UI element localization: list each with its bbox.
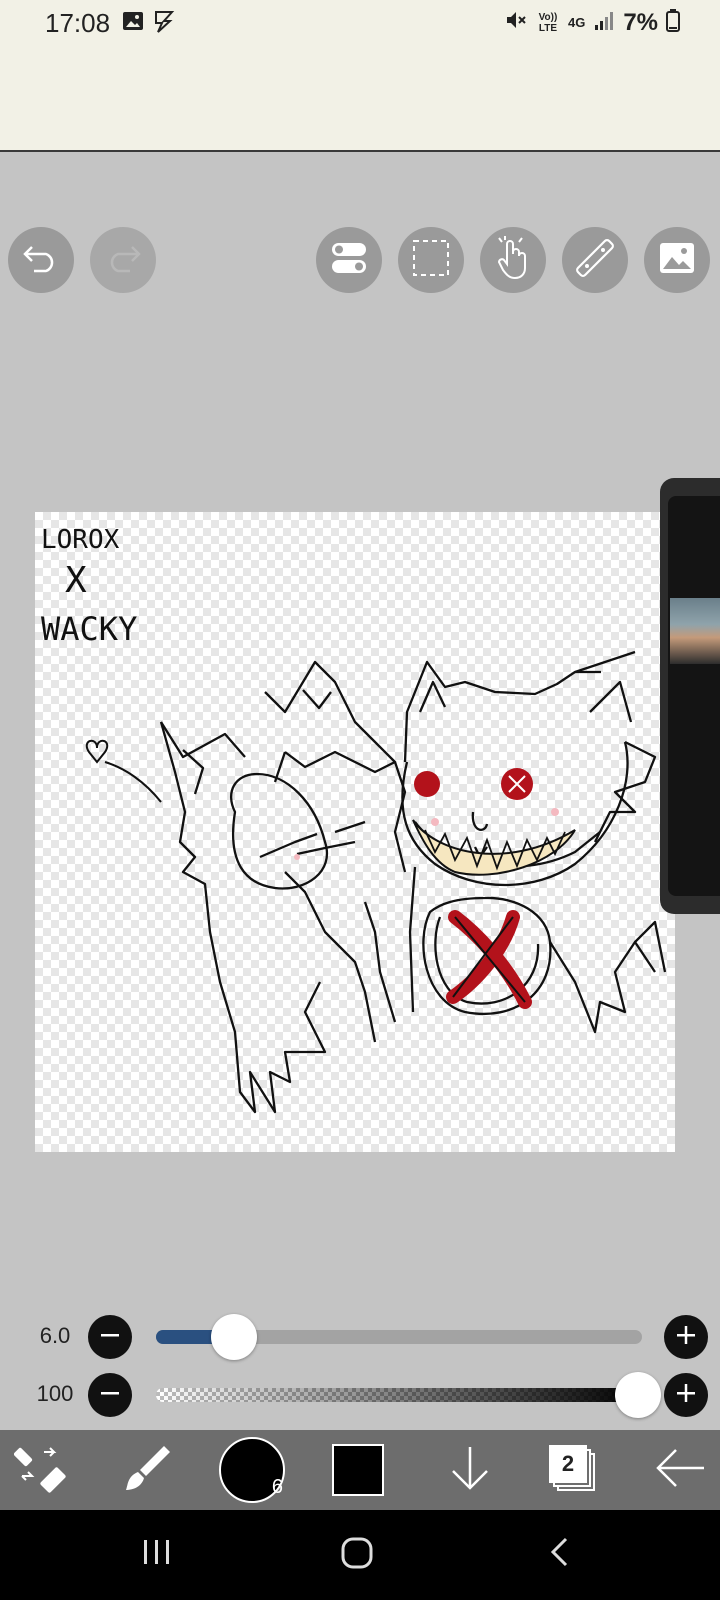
redo-button[interactable] [90,227,156,293]
bottom-toolbar: 6 2 [0,1430,720,1510]
toggle-button[interactable] [316,227,382,293]
system-back-button[interactable] [548,1536,572,1573]
image-icon [122,10,144,39]
download-button[interactable] [440,1430,500,1510]
opacity-track[interactable] [156,1388,642,1402]
system-nav-bar [0,1510,720,1600]
battery-percent: 7% [623,8,658,36]
layers-icon: 2 [549,1445,599,1495]
brush-size-increase-button[interactable] [664,1315,708,1359]
minus-icon [99,1382,121,1409]
brush-icon [122,1442,174,1499]
redo-icon [104,243,142,278]
image-icon [658,241,696,280]
opacity-decrease-button[interactable] [88,1373,132,1417]
selection-icon [412,239,450,282]
brush-preview-button[interactable]: 6 [218,1430,286,1510]
ruler-button[interactable] [562,227,628,293]
back-button[interactable] [650,1430,710,1510]
drawing-canvas[interactable]: LOROX X WACKY [35,512,675,1152]
color-button[interactable] [330,1430,386,1510]
network-label: Vo)) LTE [538,11,558,34]
primary-color-swatch [332,1444,384,1496]
hand-icon [493,235,533,285]
ruler-icon [575,238,615,283]
mute-icon [504,8,528,37]
eye-left [414,771,440,797]
minus-icon [99,1324,121,1351]
plus-icon [675,1382,697,1409]
undo-icon [22,243,60,278]
brush-size-value: 6.0 [39,1323,71,1348]
layers-count: 2 [549,1445,587,1483]
art-text-lorox: LOROX [41,525,120,555]
recent-apps-button[interactable] [140,1536,174,1573]
brush-size-badge: 6 [271,1476,283,1498]
opacity-thumb[interactable] [615,1372,661,1418]
arrow-left-icon [654,1448,706,1493]
signal-icon [593,9,615,36]
status-bar: 17:08 Vo)) LTE 4G 7% [0,0,720,152]
selection-button[interactable] [398,227,464,293]
tool-switch-button[interactable] [10,1430,70,1510]
brush-size-slider-row: 6.0 [0,1313,720,1363]
opacity-increase-button[interactable] [664,1373,708,1417]
toggle-icon [330,241,368,280]
opacity-value: 100 [36,1381,74,1406]
hand-button[interactable] [480,227,546,293]
art-text-wacky: WACKY [41,610,137,648]
network-gen: 4G [567,15,586,30]
home-icon [340,1537,374,1574]
status-time: 17:08 [45,8,111,38]
plus-icon [675,1324,697,1351]
eraser-switch-icon [13,1442,66,1499]
artwork: LOROX X WACKY [41,525,667,1114]
brush-size-thumb[interactable] [211,1314,258,1360]
webcam-preview [670,598,720,664]
home-button[interactable] [340,1536,374,1575]
chevron-left-icon [548,1537,572,1572]
recents-icon [140,1540,174,1572]
brush-preview-circle: 6 [219,1437,285,1503]
brush-tool-button[interactable] [118,1430,178,1510]
battery-icon [666,8,680,37]
opacity-slider-row: 100 [0,1371,720,1421]
undo-button[interactable] [8,227,74,293]
brush-size-decrease-button[interactable] [88,1315,132,1359]
flash-icon [152,10,176,39]
reference-image-button[interactable] [644,227,710,293]
arrow-down-icon [447,1445,493,1496]
layers-button[interactable]: 2 [544,1430,604,1510]
art-text-x: X [65,560,87,601]
picture-in-picture-window[interactable] [660,478,720,914]
